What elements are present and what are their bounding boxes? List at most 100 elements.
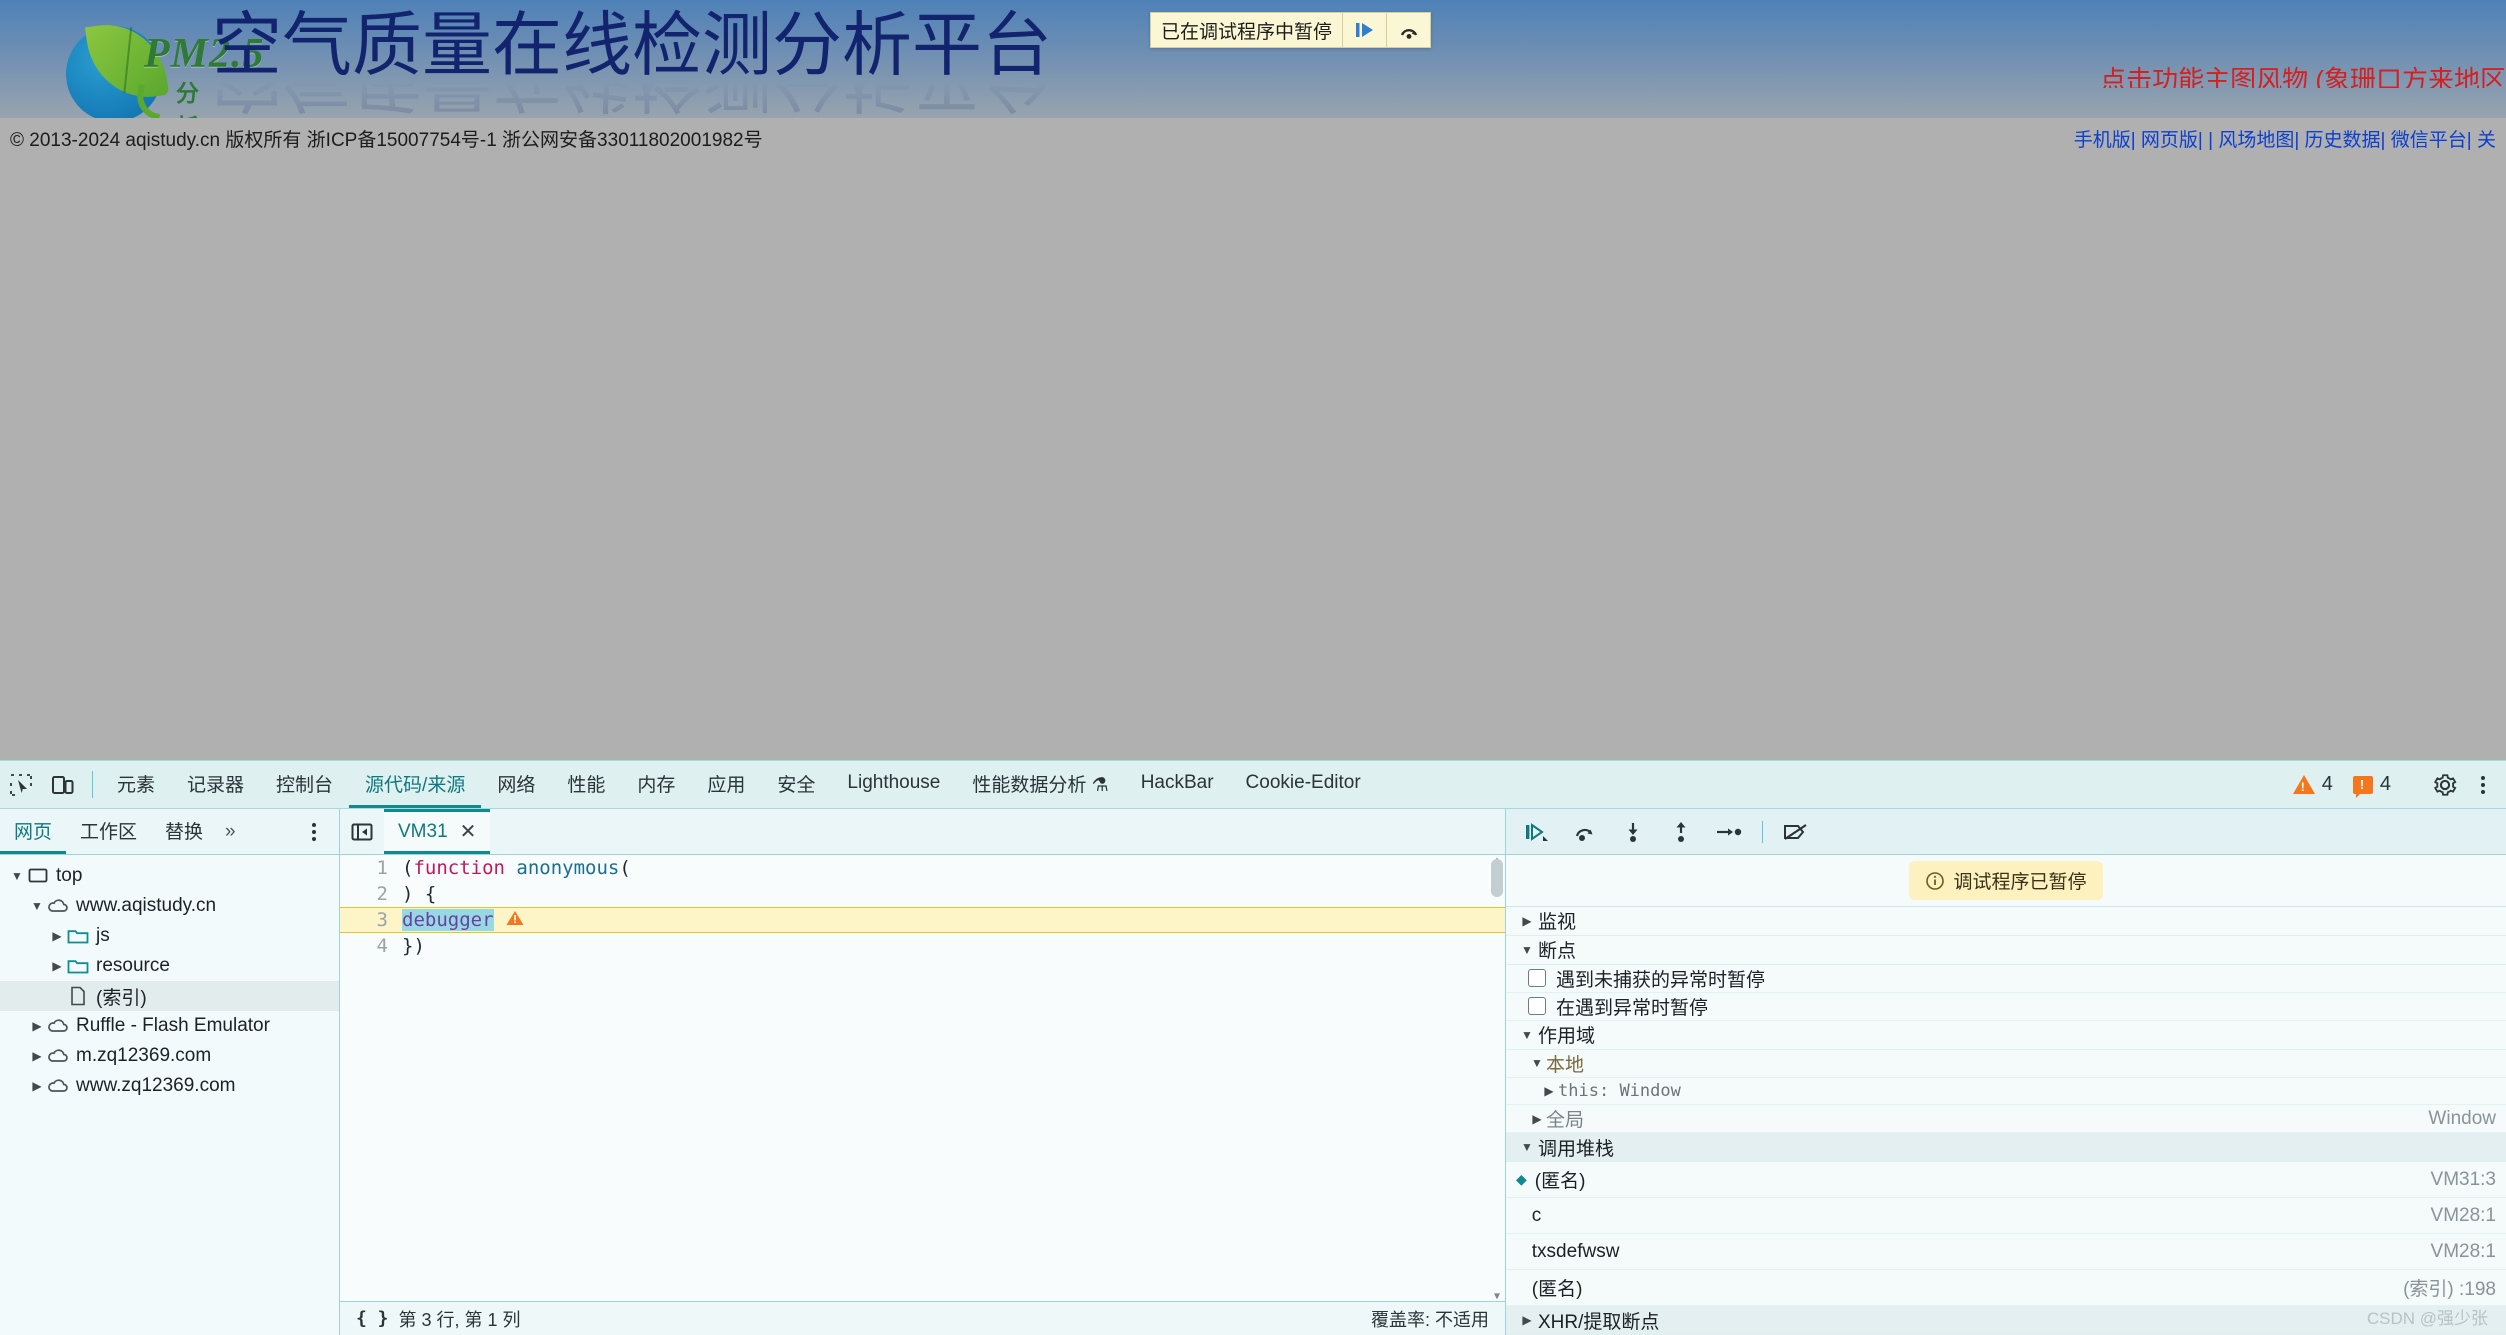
- paused-in-debugger-banner: 已在调试程序中暂停: [1150, 12, 1431, 48]
- footer-nav-links[interactable]: 手机版| 网页版| | 风场地图| 历史数据| 微信平台| 关: [2074, 125, 2496, 152]
- devtools-tab-2[interactable]: 控制台: [260, 761, 349, 808]
- step-out-of-current-function-button[interactable]: [1666, 817, 1696, 847]
- chevron-right-icon[interactable]: ▶: [28, 1019, 46, 1033]
- site-footer-bar: © 2013-2024 aqistudy.cn 版权所有 浙ICP备150077…: [0, 118, 2506, 158]
- devtools-tab-label: 网络: [497, 770, 535, 797]
- site-logo[interactable]: PM2.5 分析网: [28, 8, 208, 118]
- chevron-right-icon[interactable]: ▶: [48, 959, 66, 973]
- tree-item-0[interactable]: ▼top: [0, 861, 339, 891]
- code-line-3[interactable]: 3debugger: [340, 907, 1505, 933]
- chevron-down-icon[interactable]: ▼: [28, 899, 46, 913]
- scope-local[interactable]: ▼ 本地: [1506, 1050, 2506, 1078]
- call-stack-frame-location: VM28:1: [2431, 1205, 2496, 1227]
- line-number[interactable]: 3: [340, 909, 402, 931]
- scrollbar-thumb[interactable]: [1491, 859, 1503, 897]
- tree-item-label: Ruffle - Flash Emulator: [76, 1015, 270, 1037]
- code-line-1[interactable]: 1(function anonymous(: [340, 855, 1505, 881]
- devtools-tab-3[interactable]: 源代码/来源: [349, 761, 481, 808]
- devtools-tab-1[interactable]: 记录器: [171, 761, 260, 808]
- call-stack-frame-3[interactable]: (匿名)(索引) :198: [1506, 1270, 2506, 1306]
- marquee-notice: 点击功能主图风物 (象珊口方来地区: [2100, 60, 2506, 88]
- debugger-paused-row: 调试程序已暂停: [1506, 855, 2506, 907]
- devtools-tab-6[interactable]: 内存: [621, 761, 691, 808]
- line-number[interactable]: 1: [340, 857, 402, 879]
- code-viewer[interactable]: 1(function anonymous(2) {3debugger4}) ▲ …: [340, 855, 1505, 1301]
- collapse-navigator-icon[interactable]: [340, 809, 384, 854]
- source-editor-pane: VM31 ✕ 1(function anonymous(2) {3debugge…: [340, 809, 1506, 1335]
- nav-tab-page[interactable]: 网页: [0, 809, 66, 854]
- devtools-tab-9[interactable]: Lighthouse: [831, 761, 956, 808]
- devtools-tab-8[interactable]: 安全: [761, 761, 831, 808]
- code-line-2[interactable]: 2) {: [340, 881, 1505, 907]
- section-xhr-breakpoints[interactable]: ▶ XHR/提取断点: [1506, 1306, 2506, 1335]
- line-number[interactable]: 4: [340, 935, 402, 957]
- close-icon[interactable]: ✕: [460, 819, 477, 844]
- devtools-tab-label: 性能: [567, 770, 605, 797]
- breakpoint-option-caught[interactable]: 在遇到异常时暂停: [1506, 993, 2506, 1021]
- section-watch-label: 监视: [1538, 907, 1576, 934]
- devtools-tab-7[interactable]: 应用: [691, 761, 761, 808]
- chevron-right-icon[interactable]: ▶: [28, 1049, 46, 1063]
- issues-counter[interactable]: 4: [2345, 773, 2399, 796]
- nav-tab-overrides[interactable]: 替换: [151, 809, 217, 854]
- tree-item-1[interactable]: ▼www.aqistudy.cn: [0, 891, 339, 921]
- editor-scrollbar[interactable]: ▲ ▼: [1491, 859, 1503, 1297]
- deactivate-breakpoints-button[interactable]: [1781, 817, 1811, 847]
- frame-spacer: [1516, 1208, 1524, 1224]
- cloud-icon: [46, 1047, 70, 1065]
- nav-tab-workspace[interactable]: 工作区: [66, 809, 151, 854]
- step-into-next-function-call-button[interactable]: [1618, 817, 1648, 847]
- devtools-tab-4[interactable]: 网络: [481, 761, 551, 808]
- call-stack-frame-0[interactable]: ◆(匿名)VM31:3: [1506, 1162, 2506, 1198]
- settings-gear-button[interactable]: [2424, 772, 2466, 798]
- tree-item-3[interactable]: ▶resource: [0, 951, 339, 981]
- call-stack-frame-2[interactable]: txsdefwswVM28:1: [1506, 1234, 2506, 1270]
- warning-triangle-icon[interactable]: [506, 909, 524, 931]
- checkbox-pause-on-exceptions[interactable]: [1528, 997, 1546, 1015]
- chevron-double-right-icon[interactable]: »: [217, 809, 244, 854]
- devtools-more-options-button[interactable]: [2470, 772, 2496, 798]
- folder-icon: [66, 957, 90, 975]
- banner-step-over-button[interactable]: [1386, 13, 1430, 47]
- section-call-stack[interactable]: ▼ 调用堆栈: [1506, 1133, 2506, 1162]
- chevron-right-icon[interactable]: ▶: [28, 1079, 46, 1093]
- devtools-tab-10[interactable]: 性能数据分析 ⚗: [956, 761, 1124, 808]
- code-token: debugger: [402, 909, 494, 931]
- checkbox-pause-uncaught[interactable]: [1528, 969, 1546, 987]
- banner-resume-button[interactable]: [1342, 13, 1386, 47]
- editor-tab-vm31[interactable]: VM31 ✕: [384, 809, 490, 854]
- line-number[interactable]: 2: [340, 883, 402, 905]
- section-scope[interactable]: ▼ 作用域: [1506, 1021, 2506, 1050]
- code-line-4[interactable]: 4}): [340, 933, 1505, 959]
- scope-local-label: 本地: [1546, 1050, 1584, 1077]
- tree-item-2[interactable]: ▶js: [0, 921, 339, 951]
- warnings-counter[interactable]: 4: [2285, 773, 2341, 796]
- step-over-next-function-call-button[interactable]: [1570, 817, 1600, 847]
- scope-global[interactable]: ▶ 全局 Window: [1506, 1105, 2506, 1133]
- tree-item-6[interactable]: ▶m.zq12369.com: [0, 1041, 339, 1071]
- devtools-tab-12[interactable]: Cookie-Editor: [1230, 761, 1377, 808]
- call-stack-frame-1[interactable]: cVM28:1: [1506, 1198, 2506, 1234]
- breakpoint-option-uncaught[interactable]: 遇到未捕获的异常时暂停: [1506, 965, 2506, 993]
- chevron-right-icon: ▶: [1528, 1112, 1546, 1126]
- tree-item-7[interactable]: ▶www.zq12369.com: [0, 1071, 339, 1101]
- tree-item-4[interactable]: (索引): [0, 981, 339, 1011]
- chevron-right-icon[interactable]: ▶: [48, 929, 66, 943]
- chevron-down-icon: ▼: [1528, 1056, 1546, 1070]
- devtools-tab-label: 内存: [637, 770, 675, 797]
- section-watch[interactable]: ▶ 监视: [1506, 907, 2506, 936]
- navigator-more-options-button[interactable]: [289, 809, 339, 854]
- scope-this[interactable]: ▶ this : Window: [1506, 1078, 2506, 1105]
- devtools-tab-5[interactable]: 性能: [551, 761, 621, 808]
- resume-script-execution-button[interactable]: [1522, 817, 1552, 847]
- section-breakpoints[interactable]: ▼ 断点: [1506, 936, 2506, 965]
- tree-item-5[interactable]: ▶ Ruffle - Flash Emulator: [0, 1011, 339, 1041]
- pretty-print-icon[interactable]: { }: [356, 1308, 389, 1329]
- device-toolbar-icon[interactable]: [42, 761, 84, 808]
- step-button[interactable]: [1714, 817, 1744, 847]
- chevron-down-icon[interactable]: ▼: [8, 869, 26, 883]
- inspect-element-icon[interactable]: [0, 761, 42, 808]
- devtools-tab-0[interactable]: 元素: [101, 761, 171, 808]
- scroll-down-arrow-icon[interactable]: ▼: [1492, 1291, 1502, 1301]
- devtools-tab-11[interactable]: HackBar: [1125, 761, 1230, 808]
